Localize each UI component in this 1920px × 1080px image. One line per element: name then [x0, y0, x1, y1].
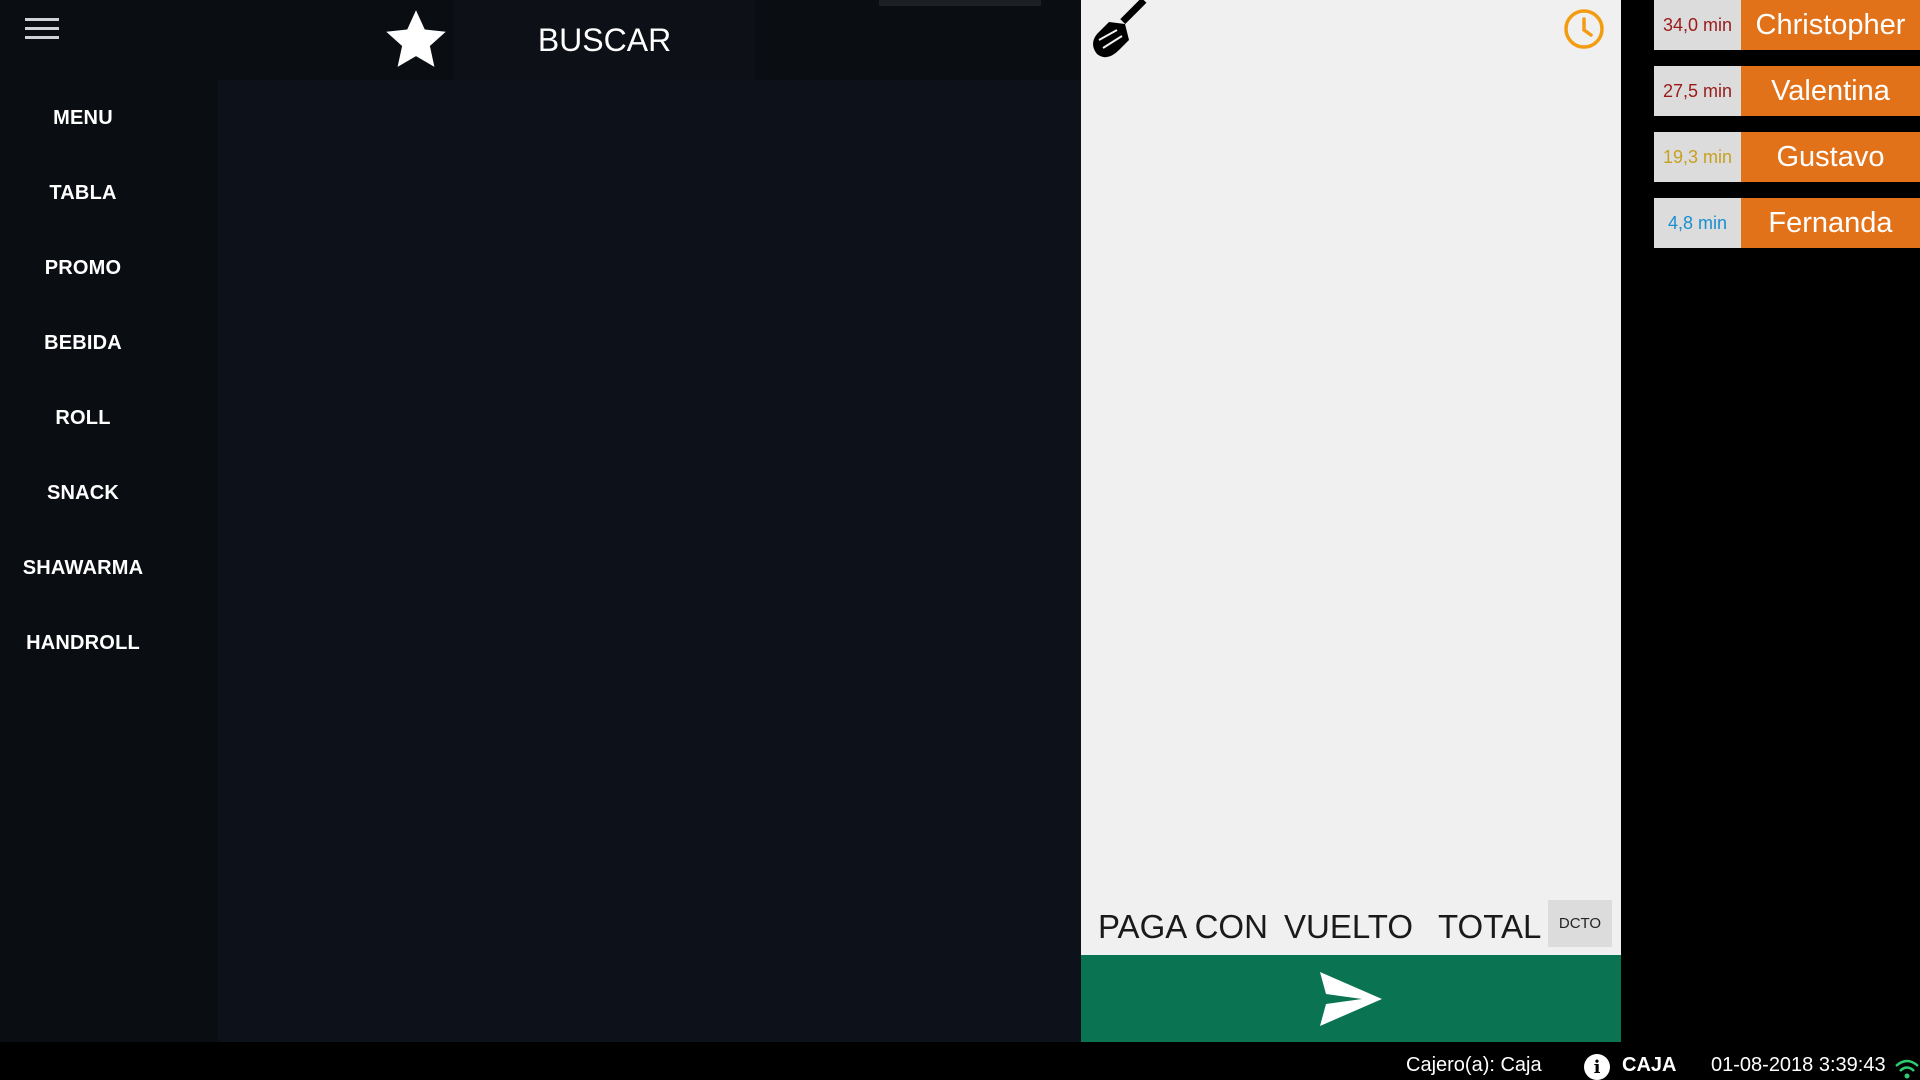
wait-time: 19,3 min	[1654, 132, 1741, 182]
category-item-shawarma[interactable]: SHAWARMA	[0, 538, 166, 613]
category-item-promo[interactable]: PROMO	[0, 238, 166, 313]
category-list: MENU TABLA PROMO BEBIDA ROLL SNACK SHAWA…	[0, 88, 166, 688]
category-item-tabla[interactable]: TABLA	[0, 163, 166, 238]
waiting-order-item[interactable]: 34,0 min Christopher	[1654, 0, 1920, 66]
info-icon[interactable]: i	[1584, 1054, 1610, 1080]
search-button[interactable]: BUSCAR	[454, 0, 755, 80]
category-item-roll[interactable]: ROLL	[0, 388, 166, 463]
top-divider	[879, 0, 1041, 6]
cashier-label: Cajero(a): Caja	[1406, 1054, 1542, 1076]
waiting-order-item[interactable]: 4,8 min Fernanda	[1654, 198, 1920, 264]
clear-order-button[interactable]	[1089, 0, 1159, 62]
order-history-button[interactable]	[1563, 8, 1605, 50]
wait-time: 27,5 min	[1654, 66, 1741, 116]
send-arrow-icon	[1320, 971, 1382, 1026]
total-label: TOTAL	[1438, 908, 1542, 945]
category-item-snack[interactable]: SNACK	[0, 463, 166, 538]
hamburger-menu-icon[interactable]	[22, 14, 62, 44]
totals-row: PAGA CON VUELTO TOTAL DCTO	[1081, 900, 1621, 955]
product-grid-area	[218, 80, 1081, 1042]
category-sidebar: MENU TABLA PROMO BEBIDA ROLL SNACK SHAWA…	[0, 0, 218, 1042]
customer-name: Christopher	[1741, 0, 1920, 50]
star-icon	[385, 10, 446, 67]
broom-icon	[1093, 0, 1147, 58]
discount-button[interactable]: DCTO	[1548, 900, 1612, 947]
category-item-menu[interactable]: MENU	[0, 88, 166, 163]
waiting-orders-list: 34,0 min Christopher 27,5 min Valentina …	[1654, 0, 1920, 264]
customer-name: Gustavo	[1741, 132, 1920, 182]
customer-name: Fernanda	[1741, 198, 1920, 248]
customer-name: Valentina	[1741, 66, 1920, 116]
wifi-icon	[1895, 1059, 1919, 1079]
waiting-order-item[interactable]: 27,5 min Valentina	[1654, 66, 1920, 132]
wait-time: 4,8 min	[1654, 198, 1741, 248]
order-panel: PAGA CON VUELTO TOTAL DCTO	[1081, 0, 1621, 1042]
register-label: CAJA	[1622, 1054, 1677, 1076]
waiting-orders-panel: 34,0 min Christopher 27,5 min Valentina …	[1621, 0, 1920, 1042]
wait-time: 34,0 min	[1654, 0, 1741, 50]
datetime-label: 01-08-2018 3:39:43	[1711, 1054, 1886, 1076]
category-item-handroll[interactable]: HANDROLL	[0, 613, 166, 688]
waiting-order-item[interactable]: 19,3 min Gustavo	[1654, 132, 1920, 198]
top-bar: BUSCAR	[218, 0, 1081, 80]
pay-with-label: PAGA CON	[1098, 908, 1268, 945]
change-label: VUELTO	[1284, 908, 1413, 945]
clock-icon	[1564, 9, 1604, 49]
status-bar: Cajero(a): Caja i CAJA 01-08-2018 3:39:4…	[0, 1042, 1920, 1080]
send-order-button[interactable]	[1081, 955, 1621, 1042]
category-item-bebida[interactable]: BEBIDA	[0, 313, 166, 388]
